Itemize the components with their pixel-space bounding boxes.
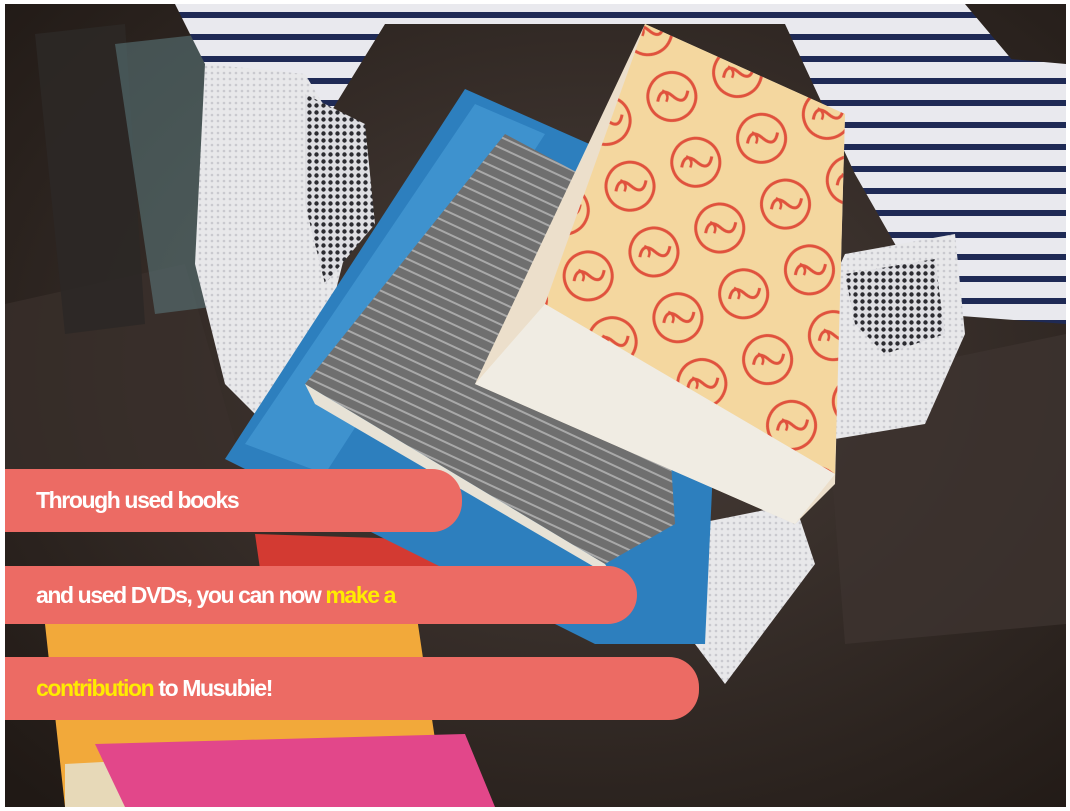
banner-line-1-text: Through used books xyxy=(36,487,240,513)
banner-line-3: contribution to Musubie! xyxy=(5,657,699,720)
banner-line-1: Through used books xyxy=(5,469,462,532)
banner-line-2-highlight: make a xyxy=(325,581,396,608)
banner-line-2: and used DVDs, you can now make a xyxy=(5,566,637,624)
banner-line-2-text: and used DVDs, you can now xyxy=(36,581,326,608)
slide-frame: Through used books and used DVDs, you ca… xyxy=(5,4,1066,807)
banner-line-3-text: to Musubie! xyxy=(153,675,273,701)
banner-line-3-highlight: contribution xyxy=(36,675,155,701)
